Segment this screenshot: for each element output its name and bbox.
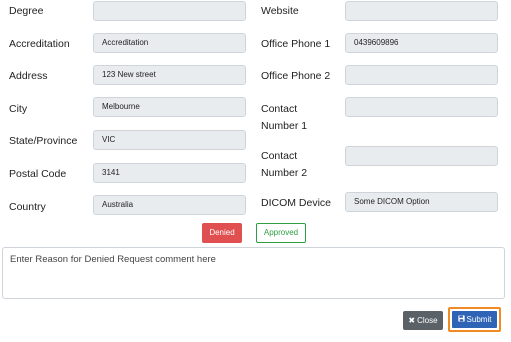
country-field[interactable]: Australia	[93, 195, 246, 215]
city-label: City	[9, 103, 28, 115]
save-icon	[457, 315, 465, 324]
denied-reason-comment-textarea[interactable]: Enter Reason for Denied Request comment …	[2, 247, 505, 299]
approved-button[interactable]: Approved	[256, 223, 306, 243]
office-phone-2-field[interactable]	[345, 65, 498, 85]
contact-number-1-label: Contact Number 1	[261, 101, 307, 135]
contact-number-2-field[interactable]	[345, 146, 498, 166]
postal-code-field[interactable]: 3141	[93, 163, 246, 183]
office-phone-2-label: Office Phone 2	[261, 70, 331, 82]
state-province-field[interactable]: VIC	[93, 130, 246, 150]
submit-button-label: Submit	[466, 315, 492, 324]
contact-number-1-label-line2: Number 1	[261, 120, 308, 132]
dicom-device-field[interactable]: Some DICOM Option	[345, 192, 498, 212]
contact-number-2-label-line1: Contact	[261, 150, 298, 162]
city-field[interactable]: Melbourne	[93, 97, 246, 117]
degree-field[interactable]	[93, 1, 246, 21]
denied-button[interactable]: Denied	[202, 223, 242, 243]
address-label: Address	[9, 70, 48, 82]
postal-code-label: Postal Code	[9, 168, 67, 180]
office-phone-1-field[interactable]: 0439609896	[345, 33, 498, 53]
contact-number-1-field[interactable]	[345, 97, 498, 117]
address-field[interactable]: 123 New street	[93, 65, 246, 85]
close-button[interactable]: ✖ Close	[403, 311, 443, 330]
contact-number-2-label-line2: Number 2	[261, 167, 308, 179]
degree-label: Degree	[9, 5, 44, 17]
website-field[interactable]	[345, 1, 498, 21]
close-button-label: Close	[417, 316, 438, 325]
accreditation-field[interactable]: Accreditation	[93, 33, 246, 53]
contact-number-1-label-line1: Contact	[261, 103, 298, 115]
office-phone-1-label: Office Phone 1	[261, 38, 331, 50]
accreditation-label: Accreditation	[9, 38, 70, 50]
website-label: Website	[261, 5, 299, 17]
dicom-device-label: DICOM Device	[261, 197, 332, 209]
country-label: Country	[9, 201, 46, 213]
contact-number-2-label: Contact Number 2	[261, 148, 307, 182]
state-province-label: State/Province	[9, 135, 78, 147]
close-icon: ✖	[408, 315, 416, 325]
submit-button[interactable]: Submit	[452, 311, 497, 328]
submit-button-focus-ring: Submit	[448, 307, 501, 332]
